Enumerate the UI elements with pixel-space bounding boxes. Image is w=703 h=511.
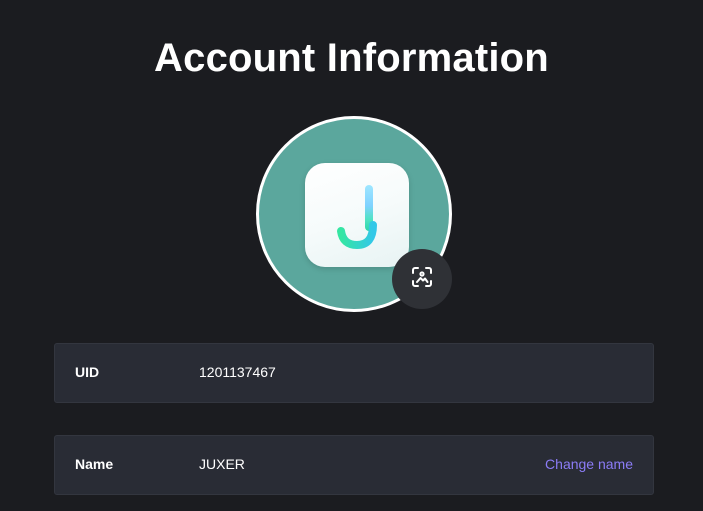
uid-value: 1201137467 (199, 364, 276, 380)
juxer-logo-icon (305, 163, 409, 267)
image-scan-icon (410, 265, 434, 294)
avatar-section (256, 116, 452, 312)
name-value: JUXER (199, 456, 245, 472)
account-information-page: Account Information UID 1201137467 Name … (0, 0, 703, 511)
name-label: Name (75, 456, 114, 472)
uid-label: UID (75, 364, 100, 380)
change-name-link[interactable]: Change name (545, 456, 633, 472)
change-avatar-button[interactable] (392, 249, 452, 309)
name-row: Name JUXER Change name (54, 435, 654, 495)
uid-row: UID 1201137467 (54, 343, 654, 403)
page-title: Account Information (154, 36, 549, 80)
